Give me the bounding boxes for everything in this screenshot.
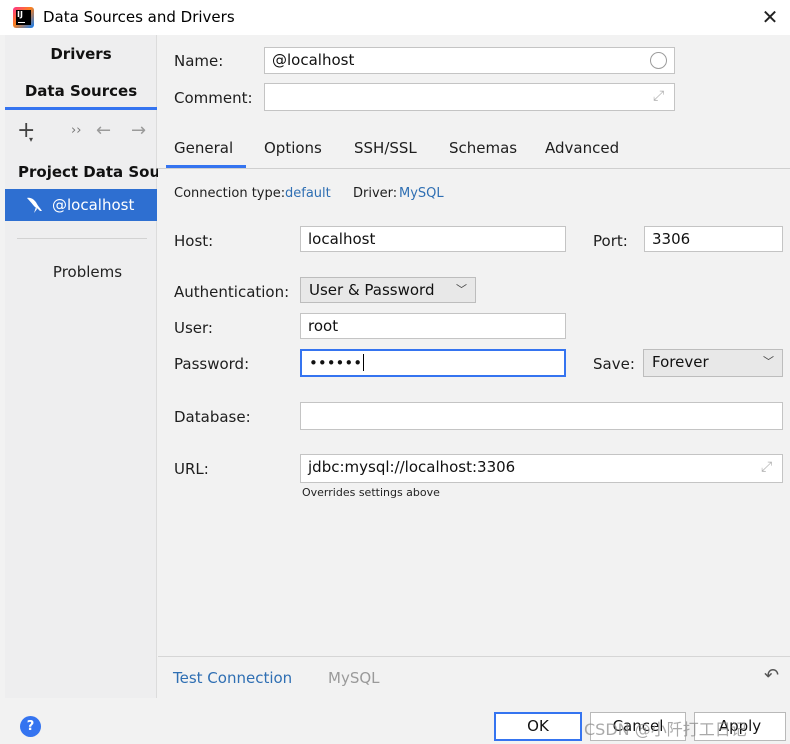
connection-footer: Test Connection MySQL ↶ (158, 657, 790, 698)
expand-icon[interactable]: ⤢ (761, 460, 776, 475)
settings-tabs: General Options SSH/SSL Schemas Advanced (158, 131, 790, 169)
save-label: Save: (593, 355, 635, 373)
authentication-dropdown[interactable]: User & Password ﹀ (300, 277, 476, 303)
intellij-app-icon: IJ (13, 7, 34, 28)
sidebar-item-label: @localhost (52, 196, 135, 214)
driver-name-label: MySQL (328, 669, 380, 687)
sidebar-item-localhost[interactable]: @localhost (5, 189, 157, 221)
driver-link[interactable]: MySQL (399, 186, 444, 201)
sidebar: Drivers Data Sources + ▾ ›› ← → Project D… (5, 35, 183, 698)
save-password-dropdown[interactable]: Forever ﹀ (643, 349, 783, 377)
chevron-down-icon: ﹀ (763, 355, 774, 368)
comment-field[interactable]: ⤢ (264, 83, 675, 111)
ok-button[interactable]: OK (494, 712, 582, 741)
connection-type-label: Connection type: (174, 186, 286, 201)
back-arrow-icon[interactable]: ← (96, 119, 111, 143)
active-tab-indicator (5, 107, 157, 110)
dropdown-arrow-icon: ▾ (29, 135, 34, 144)
host-field[interactable]: localhost (300, 226, 566, 252)
divider (17, 238, 147, 239)
window-title: Data Sources and Drivers (43, 8, 235, 26)
tab-advanced[interactable]: Advanced (545, 139, 619, 157)
problems-item[interactable]: Problems (5, 263, 170, 281)
password-label: Password: (174, 355, 250, 373)
port-label: Port: (593, 232, 628, 250)
sidebar-toolbar: + ▾ ›› ← → (5, 115, 157, 147)
data-source-settings: Name: @localhost Comment: ⤢ General Opti… (158, 35, 790, 655)
port-field[interactable]: 3306 (644, 226, 783, 252)
close-window-button[interactable]: ✕ (760, 5, 780, 29)
chevron-down-icon: ﹀ (456, 283, 467, 296)
title-bar: IJ Data Sources and Drivers ✕ (0, 0, 790, 35)
mysql-dolphin-icon (27, 197, 42, 213)
expand-icon[interactable]: ⤢ (653, 89, 668, 104)
tab-drivers[interactable]: Drivers (5, 45, 157, 63)
connection-type-link[interactable]: default (285, 186, 331, 201)
more-actions-icon[interactable]: ›› (71, 119, 81, 143)
revert-icon[interactable]: ↶ (764, 665, 779, 686)
user-label: User: (174, 319, 213, 337)
authentication-label: Authentication: (174, 283, 290, 301)
password-field[interactable]: •••••• (300, 349, 566, 377)
forward-arrow-icon[interactable]: → (131, 119, 146, 143)
tab-general[interactable]: General (174, 139, 233, 157)
color-circle-icon[interactable] (650, 52, 667, 69)
driver-label: Driver: (353, 186, 398, 201)
comment-label: Comment: (174, 89, 253, 107)
tab-schemas[interactable]: Schemas (449, 139, 517, 157)
tab-data-sources[interactable]: Data Sources (5, 82, 157, 100)
name-label: Name: (174, 52, 224, 70)
name-field[interactable]: @localhost (264, 47, 675, 74)
host-label: Host: (174, 232, 214, 250)
csdn-watermark: CSDN @小阡打工日记 (584, 720, 747, 739)
url-label: URL: (174, 460, 209, 478)
tab-options[interactable]: Options (264, 139, 322, 157)
url-hint: Overrides settings above (302, 486, 440, 499)
database-label: Database: (174, 408, 251, 426)
test-connection-link[interactable]: Test Connection (173, 669, 292, 687)
url-field[interactable]: jdbc:mysql://localhost:3306 ⤢ (300, 454, 783, 483)
text-cursor (363, 354, 365, 371)
add-data-source-button[interactable]: + ▾ (17, 119, 35, 145)
tab-ssh-ssl[interactable]: SSH/SSL (354, 139, 417, 157)
help-icon[interactable]: ? (20, 716, 41, 737)
active-tab-indicator (166, 165, 246, 168)
user-field[interactable]: root (300, 313, 566, 339)
database-field[interactable] (300, 402, 783, 430)
dialog-button-bar: ? OK Cancel Apply CSDN @小阡打工日记 (0, 698, 790, 744)
